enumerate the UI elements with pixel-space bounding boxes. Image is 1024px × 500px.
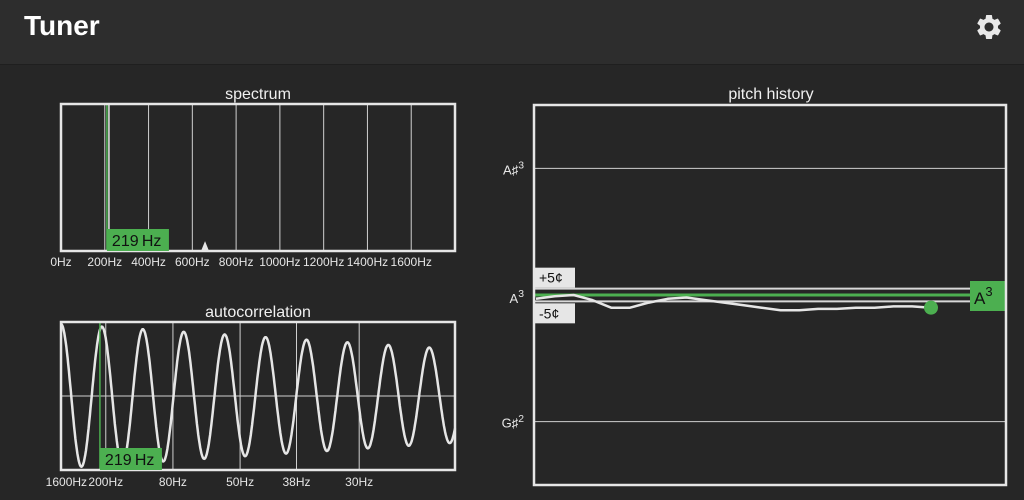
spectrum-frame: [59, 102, 457, 253]
pitch-history-chart: A♯3G♯2A3 +5¢-5¢A3: [502, 103, 1008, 487]
spectrum-x-tick: 0Hz: [50, 255, 71, 269]
autocorrelation-chart: 219 Hz 1600Hz 200Hz 80Hz 50Hz 38Hz 30Hz: [46, 320, 457, 489]
app-title: Tuner: [24, 10, 100, 41]
tolerance-plus-label: +5¢: [539, 270, 563, 286]
spectrum-peak: [201, 241, 210, 251]
spectrum-detected-frequency: 219 Hz: [112, 233, 161, 250]
spectrum-x-tick: 1200Hz: [303, 255, 344, 269]
spectrum-x-tick: 1600Hz: [391, 255, 432, 269]
autocorrelation-wave: [60, 322, 457, 469]
autocorrelation-x-tick: 200Hz: [88, 475, 123, 489]
autocorrelation-x-tick: 50Hz: [226, 475, 254, 489]
spectrum-x-tick: 400Hz: [131, 255, 166, 269]
autocorrelation-x-tick: 1600Hz: [46, 475, 87, 489]
upper-note-label: A♯3: [503, 160, 524, 177]
spectrum-x-tick: 800Hz: [219, 255, 254, 269]
spectrum-x-tick: 600Hz: [175, 255, 210, 269]
app-bar: Tuner: [0, 0, 1024, 65]
spectrum-chart: 219 Hz 0Hz 200Hz 400Hz 600Hz 800Hz 1000Hz 1200…: [50, 102, 457, 269]
autocorrelation-x-tick: 30Hz: [345, 475, 373, 489]
target-note-axis-label: A3: [510, 289, 525, 306]
current-pitch-dot: [924, 300, 938, 315]
settings-button[interactable]: [968, 6, 1010, 48]
spectrum-x-tick: 1400Hz: [347, 255, 388, 269]
tolerance-minus-label: -5¢: [539, 305, 559, 321]
spectrum-x-tick: 200Hz: [87, 255, 122, 269]
autocorrelation-detected-frequency: 219 Hz: [105, 452, 154, 469]
spectrum-x-tick: 1000Hz: [259, 255, 300, 269]
pitch-history-line: [535, 293, 932, 312]
gear-icon: [977, 14, 1001, 39]
autocorrelation-x-tick: 38Hz: [282, 475, 310, 489]
lower-note-label: G♯2: [502, 414, 525, 431]
autocorrelation-x-tick: 80Hz: [159, 475, 187, 489]
